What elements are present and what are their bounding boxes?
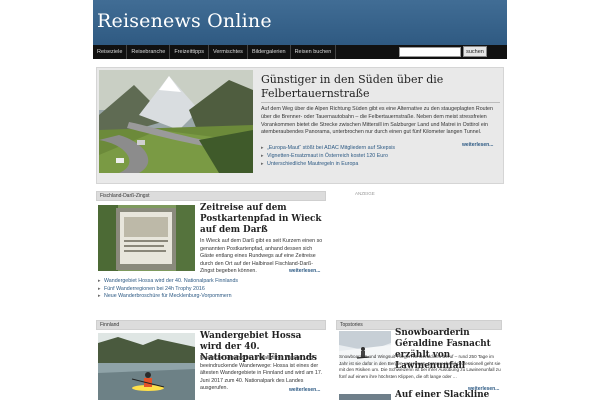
- ad-label: ANZEIGE: [355, 191, 375, 196]
- nav-item-reiseziele[interactable]: Reiseziele: [93, 45, 128, 59]
- section1-link-1[interactable]: Wandergebiet Hossa wird der 40. National…: [98, 278, 326, 286]
- section3-article-text: Snowboarden und Wingsuit-Fliegen ist Gér…: [339, 354, 501, 379]
- section3-second-title[interactable]: Auf einer Slackline entlang: [395, 390, 502, 400]
- nav-item-reisebranche[interactable]: Reisebranche: [127, 45, 171, 59]
- nav-item-freizeittipps[interactable]: Freizeittipps: [170, 45, 209, 59]
- search-button[interactable]: suchen: [463, 46, 487, 57]
- nav-item-reisen-buchen[interactable]: Reisen buchen: [291, 45, 337, 59]
- page-wrapper: Reisenews Online Reiseziele Reisebranche…: [93, 0, 507, 400]
- section1-link-3[interactable]: Neue Wanderbroschüre für Mecklenburg-Vor…: [98, 293, 326, 301]
- nav-item-vermischtes[interactable]: Vermischtes: [209, 45, 248, 59]
- mountain-road-illustration: [99, 70, 253, 173]
- section1-read-more-link[interactable]: weiterlesen...: [289, 268, 320, 274]
- nav-item-bildergalerien[interactable]: Bildergalerien: [248, 45, 291, 59]
- main-navigation: Reiseziele Reisebranche Freizeittipps Ve…: [93, 45, 507, 59]
- slackline-image[interactable]: [339, 394, 391, 400]
- hossa-kayak-image[interactable]: [98, 333, 195, 400]
- site-title[interactable]: Reisenews Online: [97, 10, 272, 32]
- featured-divider: [261, 102, 500, 103]
- postkartenpfad-image[interactable]: [98, 205, 195, 271]
- section-header-fischland[interactable]: Fischland-Darß-Zingst: [96, 191, 326, 201]
- section1-related-links: Wandergebiet Hossa wird der 40. National…: [98, 278, 326, 301]
- kayak-illustration: [98, 333, 195, 400]
- section-header-finnland[interactable]: Finnland: [96, 320, 326, 330]
- search-input[interactable]: [399, 47, 461, 57]
- featured-title[interactable]: Günstiger in den Süden über die Felberta…: [261, 73, 496, 101]
- featured-article: Günstiger in den Süden über die Felberta…: [96, 67, 504, 184]
- nav-menu: Reiseziele Reisebranche Freizeittipps Ve…: [93, 45, 337, 59]
- section1-link-2[interactable]: Fünf Wanderregionen bei 24h Trophy 2016: [98, 286, 326, 294]
- featured-image-mountain-road[interactable]: [99, 70, 253, 173]
- featured-text: Auf dem Weg über die Alpen Richtung Süde…: [261, 106, 493, 136]
- site-header: Reisenews Online: [93, 0, 507, 45]
- section2-read-more-link[interactable]: weiterlesen...: [289, 387, 320, 393]
- signboard-illustration: [98, 205, 195, 271]
- featured-link-3[interactable]: Unterschiedliche Mautregeln in Europa: [261, 160, 501, 168]
- featured-read-more-link[interactable]: weiterlesen...: [462, 142, 493, 148]
- featured-link-2[interactable]: Vignetten-Ersatzmaut in Österreich koste…: [261, 152, 501, 160]
- section1-article-title[interactable]: Zeitreise auf dem Postkartenpfad in Wiec…: [200, 203, 326, 236]
